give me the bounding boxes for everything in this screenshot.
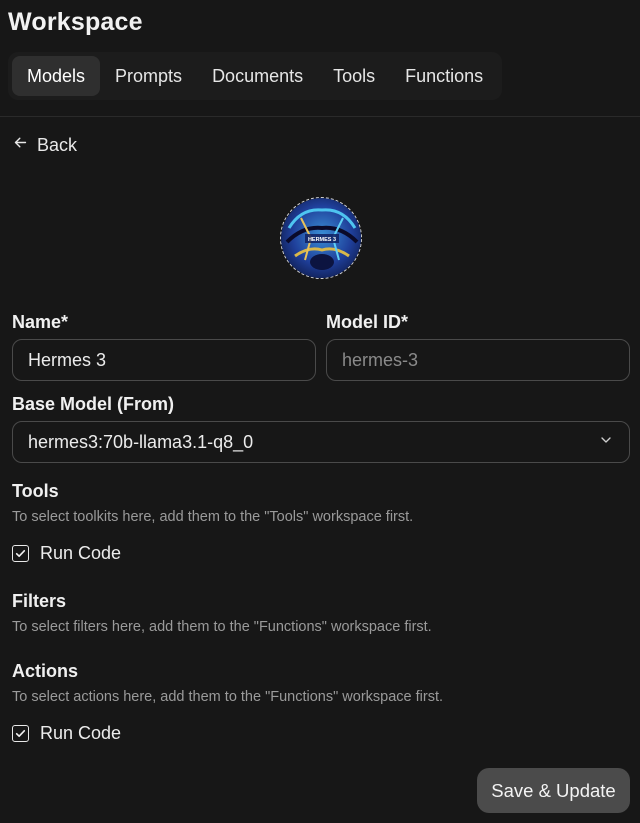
base-model-select[interactable]: hermes3:70b-llama3.1-q8_0 bbox=[12, 421, 630, 463]
tab-tools[interactable]: Tools bbox=[318, 56, 390, 96]
tab-prompts[interactable]: Prompts bbox=[100, 56, 197, 96]
tab-functions[interactable]: Functions bbox=[390, 56, 498, 96]
workspace-tabs: Models Prompts Documents Tools Functions bbox=[8, 52, 503, 100]
back-button[interactable]: Back bbox=[12, 132, 77, 158]
actions-hint: To select actions here, add them to the … bbox=[12, 689, 443, 705]
tools-heading: Tools bbox=[12, 481, 59, 501]
filters-hint: To select filters here, add them to the … bbox=[12, 619, 432, 635]
back-label: Back bbox=[37, 134, 78, 155]
actions-run-code-label: Run Code bbox=[40, 722, 122, 743]
tab-models[interactable]: Models bbox=[12, 56, 101, 96]
tools-run-code-label: Run Code bbox=[40, 542, 122, 563]
header-divider bbox=[0, 116, 640, 117]
avatar-text: HERMES 3 bbox=[308, 237, 336, 243]
save-update-button[interactable]: Save & Update bbox=[477, 768, 630, 813]
base-model-label: Base Model (From) bbox=[12, 394, 175, 414]
chevron-down-icon bbox=[598, 432, 614, 453]
arrow-left-icon bbox=[12, 134, 29, 156]
model-id-input[interactable] bbox=[326, 339, 630, 381]
base-model-value: hermes3:70b-llama3.1-q8_0 bbox=[28, 431, 254, 452]
model-id-label: Model ID* bbox=[326, 312, 409, 332]
tab-documents[interactable]: Documents bbox=[197, 56, 318, 96]
actions-run-code-checkbox[interactable]: Run Code bbox=[12, 723, 121, 743]
avatar-image: HERMES 3 bbox=[281, 198, 361, 278]
tools-hint: To select toolkits here, add them to the… bbox=[12, 509, 414, 525]
checkbox-checked-icon bbox=[12, 724, 29, 742]
actions-heading: Actions bbox=[12, 661, 79, 681]
filters-heading: Filters bbox=[12, 591, 67, 611]
name-label: Name* bbox=[12, 312, 69, 332]
tools-run-code-checkbox[interactable]: Run Code bbox=[12, 543, 121, 563]
checkbox-checked-icon bbox=[12, 544, 29, 562]
page-title: Workspace bbox=[8, 8, 143, 36]
name-input[interactable] bbox=[12, 339, 316, 381]
model-avatar[interactable]: HERMES 3 bbox=[280, 197, 362, 279]
